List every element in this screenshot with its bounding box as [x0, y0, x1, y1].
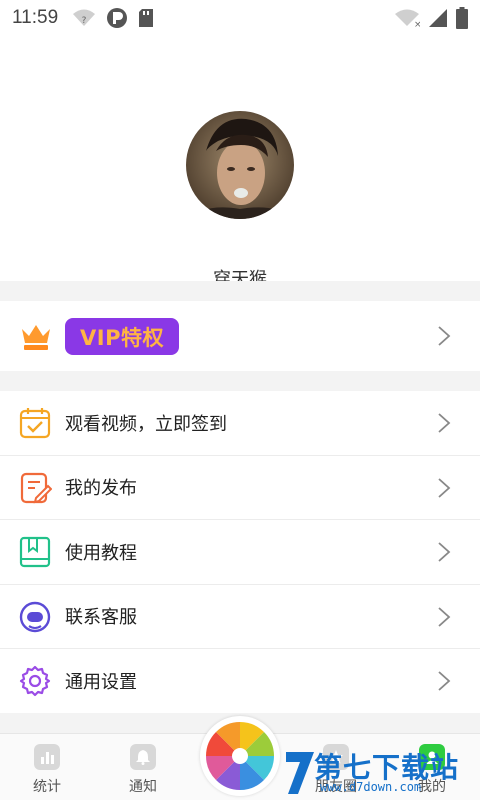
menu-item-sign-in[interactable]: 观看视频，立即签到	[0, 391, 480, 456]
bell-icon	[130, 744, 156, 770]
edit-document-icon	[20, 472, 52, 503]
status-bar: 11:59 ? ×	[0, 0, 480, 36]
svg-text:×: ×	[414, 20, 420, 28]
battery-icon	[456, 7, 468, 29]
chevron-right-icon	[438, 477, 451, 498]
menu-item-tutorial[interactable]: 使用教程	[0, 520, 480, 585]
customer-service-icon	[19, 601, 51, 632]
p-circle-icon	[107, 8, 128, 28]
avatar-image	[186, 111, 294, 219]
menu-list: 观看视频，立即签到 我的发布 使用教程 联系客服 通用设置	[0, 391, 480, 714]
calendar-check-icon	[19, 408, 51, 439]
chevron-right-icon	[438, 671, 451, 691]
svg-text:?: ?	[82, 16, 87, 26]
section-divider	[0, 371, 480, 391]
color-wheel-icon[interactable]	[200, 716, 280, 796]
sd-card-icon	[139, 9, 154, 27]
watermark: 第七下载站 www.d7down.com	[284, 740, 480, 800]
section-divider	[0, 281, 480, 301]
watermark-logo-icon	[286, 752, 314, 794]
nav-label: 统计	[33, 779, 61, 795]
book-icon	[19, 536, 51, 568]
vip-row[interactable]: VIP特权	[0, 301, 480, 371]
menu-item-settings[interactable]: 通用设置	[0, 649, 480, 714]
crown-icon	[22, 325, 50, 350]
avatar[interactable]	[186, 111, 294, 219]
nav-label: 通知	[129, 779, 157, 795]
nav-item-notify[interactable]: 通知	[113, 744, 173, 796]
menu-item-label: 联系客服	[65, 607, 137, 629]
vip-badge: VIP特权	[65, 318, 179, 355]
chevron-right-icon	[438, 606, 451, 627]
wifi-question-icon: ?	[73, 9, 96, 26]
chevron-right-icon	[438, 413, 451, 433]
menu-item-label: 通用设置	[65, 672, 137, 694]
status-time: 11:59	[12, 7, 59, 28]
menu-item-label: 使用教程	[65, 542, 137, 564]
watermark-url: www.d7down.com	[320, 780, 422, 794]
signal-icon	[429, 9, 447, 27]
chevron-right-icon	[438, 326, 451, 346]
wifi-off-icon: ×	[395, 9, 420, 28]
menu-item-my-posts[interactable]: 我的发布	[0, 456, 480, 520]
chevron-right-icon	[438, 542, 451, 562]
profile-section: 穿天猴	[0, 36, 480, 290]
menu-item-label: 我的发布	[65, 478, 137, 500]
menu-item-label: 观看视频，立即签到	[65, 413, 227, 435]
menu-item-customer-service[interactable]: 联系客服	[0, 585, 480, 649]
gear-icon	[19, 665, 51, 697]
nav-item-stats[interactable]: 统计	[17, 744, 77, 796]
chart-icon	[34, 744, 60, 770]
